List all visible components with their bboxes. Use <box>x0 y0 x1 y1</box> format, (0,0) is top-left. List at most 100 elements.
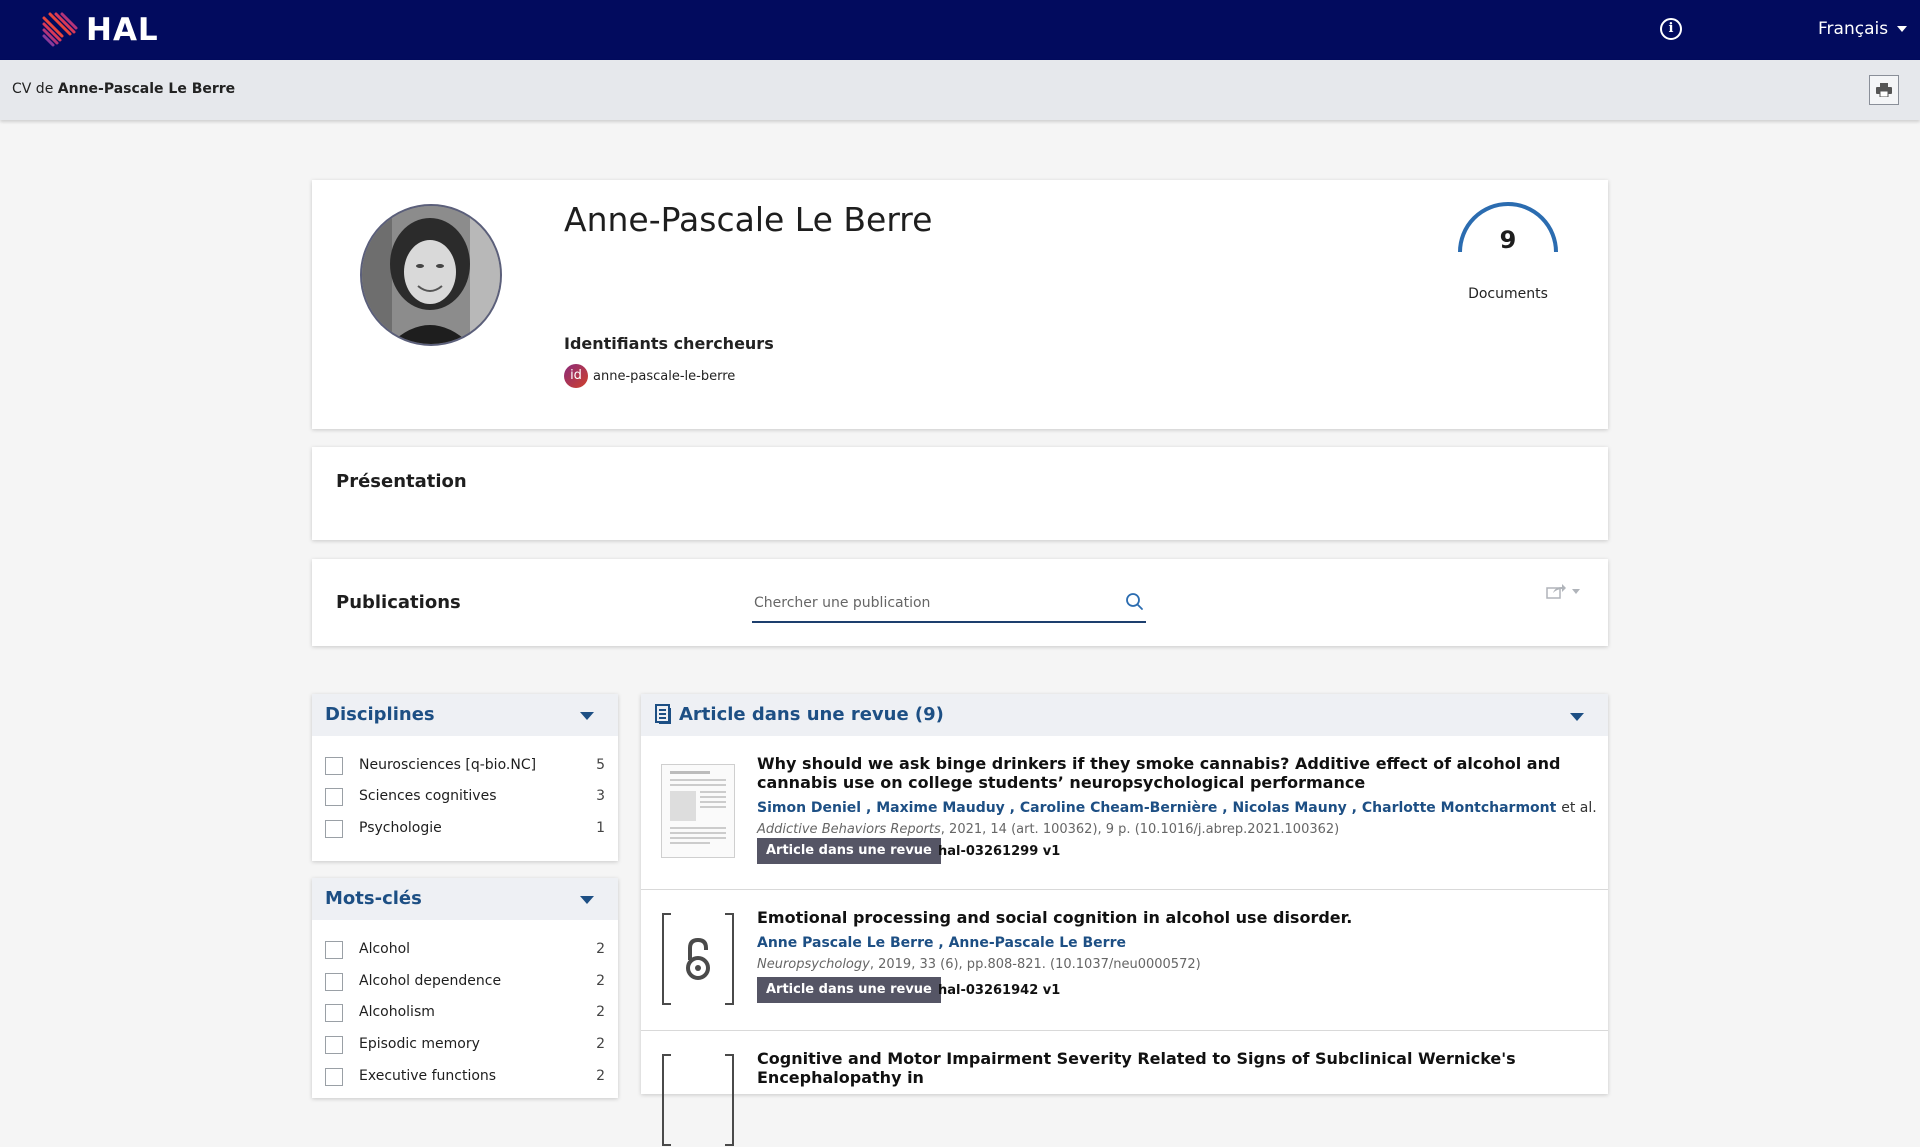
keywords-facet: Mots-clés Alcohol 2 Alcohol dependence 2… <box>312 878 618 1098</box>
publications-card: Publications <box>312 559 1608 646</box>
document-thumbnail[interactable] <box>661 764 735 858</box>
document-type-badge: Article dans une revue <box>757 838 941 864</box>
open-access-icon[interactable] <box>661 912 735 1006</box>
export-button[interactable] <box>1546 583 1580 599</box>
facet-item-count: 2 <box>596 1068 605 1084</box>
checkbox[interactable] <box>325 788 343 806</box>
search-icon[interactable] <box>1124 591 1146 613</box>
checkbox[interactable] <box>325 1004 343 1022</box>
facet-item[interactable]: Executive functions 2 <box>325 1066 605 1088</box>
hal-id-link[interactable]: hal-03261942 v1 <box>938 983 1060 998</box>
presentation-title: Présentation <box>336 471 467 492</box>
results-header[interactable]: Article dans une revue (9) <box>641 694 1608 736</box>
identifier-link[interactable]: id anne-pascale-le-berre <box>564 364 735 388</box>
publication-authors: Simon Deniel , Maxime Mauduy , Caroline … <box>757 800 1597 816</box>
journal-name: Addictive Behaviors Reports <box>757 822 941 837</box>
facet-item[interactable]: Psychologie 1 <box>325 818 605 840</box>
caret-down-icon[interactable] <box>1570 713 1584 721</box>
publication-authors: Anne Pascale Le Berre , Anne-Pascale Le … <box>757 935 1126 951</box>
presentation-card: Présentation <box>312 447 1608 540</box>
facet-item-label: Alcohol <box>359 941 411 957</box>
facet-item-count: 2 <box>596 1004 605 1020</box>
document-count-gauge: 9 Documents <box>1456 202 1560 302</box>
printer-icon <box>1876 83 1892 97</box>
facet-item-label: Alcohol dependence <box>359 973 502 989</box>
author-link[interactable]: Caroline Cheam-Bernière <box>1020 800 1218 816</box>
facet-item-count: 5 <box>596 757 605 773</box>
identifiers-title: Identifiants chercheurs <box>564 334 774 353</box>
keywords-title: Mots-clés <box>325 888 422 909</box>
language-label: Français <box>1818 19 1889 39</box>
facet-item[interactable]: Alcohol dependence 2 <box>325 971 605 993</box>
hal-logo[interactable]: HAL <box>40 10 159 50</box>
author-link[interactable]: Anne Pascale Le Berre <box>757 935 933 951</box>
disciplines-facet: Disciplines Neurosciences [q-bio.NC] 5 S… <box>312 694 618 861</box>
facet-item[interactable]: Sciences cognitives 3 <box>325 786 605 808</box>
facet-item[interactable]: Alcoholism 2 <box>325 1002 605 1024</box>
publications-title: Publications <box>336 592 461 613</box>
publication-details: , 2019, 33 (6), pp.808-821. (10.1037/neu… <box>869 957 1201 972</box>
checkbox[interactable] <box>325 1036 343 1054</box>
publication-item: Cognitive and Motor Impairment Severity … <box>641 1031 1608 1146</box>
facet-item-label: Executive functions <box>359 1068 497 1084</box>
facet-item-label: Psychologie <box>359 820 442 836</box>
checkbox[interactable] <box>325 820 343 838</box>
results-panel: Article dans une revue (9) Why should we… <box>641 694 1608 1146</box>
publication-reference: Addictive Behaviors Reports, 2021, 14 (a… <box>757 822 1339 837</box>
hal-id-link[interactable]: hal-03261299 v1 <box>938 844 1060 859</box>
idref-icon: id <box>564 364 588 388</box>
publication-search <box>752 587 1146 623</box>
author-link[interactable]: Maxime Mauduy <box>876 800 1005 816</box>
breadcrumb-bar: CV de Anne-Pascale Le Berre <box>0 60 1920 120</box>
avatar <box>360 204 502 346</box>
document-count: 9 <box>1499 226 1517 254</box>
caret-down-icon <box>1572 588 1580 594</box>
author-link[interactable]: Anne-Pascale Le Berre <box>949 935 1126 951</box>
journal-name: Neuropsychology <box>757 957 870 972</box>
facet-item-label: Alcoholism <box>359 1004 435 1020</box>
publication-title[interactable]: Cognitive and Motor Impairment Severity … <box>757 1049 1587 1087</box>
et-al: et al. <box>1561 800 1597 816</box>
caret-down-icon[interactable] <box>580 896 594 904</box>
author-link[interactable]: Nicolas Mauny <box>1232 800 1346 816</box>
facet-item-count: 2 <box>596 941 605 957</box>
publication-title[interactable]: Emotional processing and social cognitio… <box>757 908 1587 927</box>
print-button[interactable] <box>1869 75 1899 105</box>
publication-title[interactable]: Why should we ask binge drinkers if they… <box>757 754 1587 792</box>
language-selector[interactable]: Français <box>1818 19 1908 39</box>
facet-item[interactable]: Neurosciences [q-bio.NC] 5 <box>325 755 605 777</box>
checkbox[interactable] <box>325 757 343 775</box>
document-preview-icon <box>670 771 726 844</box>
document-list-icon <box>655 704 671 724</box>
checkbox[interactable] <box>325 973 343 991</box>
facet-item-label: Episodic memory <box>359 1036 480 1052</box>
facet-item-count: 2 <box>596 1036 605 1052</box>
search-input[interactable] <box>752 587 1106 619</box>
facet-item[interactable]: Alcohol 2 <box>325 939 605 961</box>
top-navbar: HAL i Français <box>0 0 1920 60</box>
caret-down-icon[interactable] <box>580 712 594 720</box>
author-link[interactable]: Simon Deniel <box>757 800 861 816</box>
info-icon[interactable]: i <box>1660 18 1682 40</box>
disciplines-title: Disciplines <box>325 704 435 725</box>
breadcrumb: CV de Anne-Pascale Le Berre <box>12 81 235 97</box>
open-access-icon[interactable] <box>661 1053 735 1147</box>
facet-item-label: Sciences cognitives <box>359 788 497 804</box>
facet-item-count: 1 <box>596 820 605 836</box>
publication-reference: Neuropsychology, 2019, 33 (6), pp.808-82… <box>757 957 1201 972</box>
checkbox[interactable] <box>325 1068 343 1086</box>
share-icon <box>1546 584 1566 599</box>
checkbox[interactable] <box>325 941 343 959</box>
document-label: Documents <box>1468 286 1548 302</box>
publication-details: , 2021, 14 (art. 100362), 9 p. (10.1016/… <box>940 822 1340 837</box>
publication-item: Emotional processing and social cognitio… <box>641 890 1608 1031</box>
disciplines-header[interactable]: Disciplines <box>312 694 618 736</box>
facet-item[interactable]: Episodic memory 2 <box>325 1034 605 1056</box>
profile-card: Anne-Pascale Le Berre Identifiants cherc… <box>312 180 1608 429</box>
document-type-badge: Article dans une revue <box>757 977 941 1003</box>
breadcrumb-prefix: CV de <box>12 81 54 97</box>
researcher-name: Anne-Pascale Le Berre <box>564 200 933 239</box>
results-title: Article dans une revue (9) <box>679 704 944 725</box>
keywords-header[interactable]: Mots-clés <box>312 878 618 920</box>
author-link[interactable]: Charlotte Montcharmont <box>1362 800 1556 816</box>
